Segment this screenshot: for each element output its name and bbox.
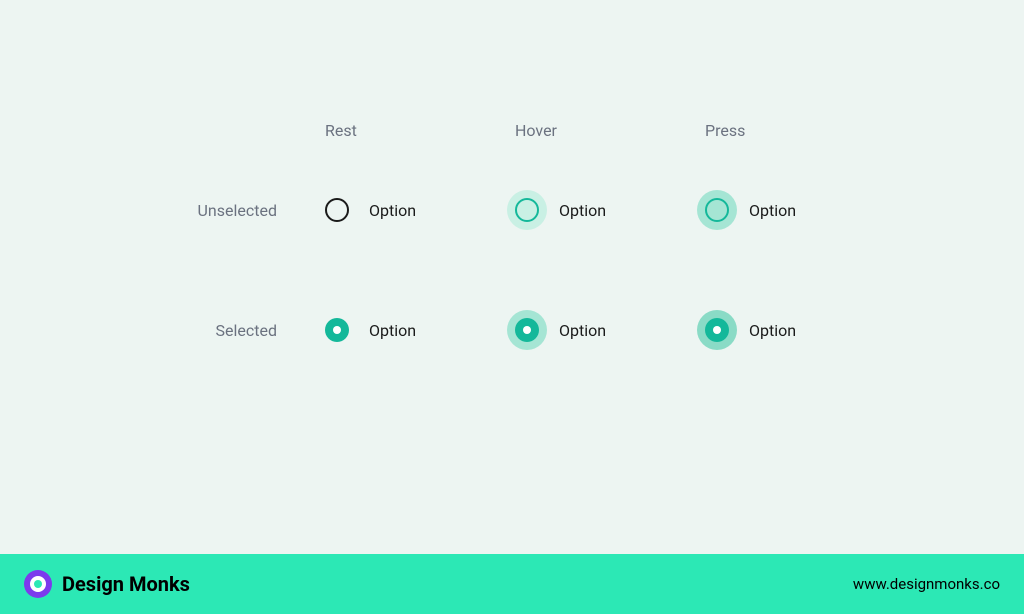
radio-dot-icon	[333, 326, 341, 334]
radio-label: Option	[749, 321, 796, 340]
radio-filled-icon	[515, 318, 539, 342]
radio-label: Option	[369, 201, 416, 220]
column-header-press: Press	[697, 121, 887, 140]
brand-logo-icon	[24, 570, 52, 598]
radio-label: Option	[369, 321, 416, 340]
states-grid: Rest Hover Press Unselected Option Optio…	[137, 110, 887, 390]
column-header-rest: Rest	[317, 121, 507, 140]
radio-selected-press[interactable]: Option	[697, 310, 887, 350]
row-header-selected: Selected	[137, 321, 317, 340]
radio-selected-rest[interactable]: Option	[317, 310, 507, 350]
radio-halo	[507, 190, 547, 230]
radio-circle-icon	[515, 198, 539, 222]
radio-dot-icon	[713, 326, 721, 334]
radio-halo	[317, 190, 357, 230]
radio-unselected-hover[interactable]: Option	[507, 190, 697, 230]
radio-dot-icon	[523, 326, 531, 334]
radio-label: Option	[559, 321, 606, 340]
radio-states-spec: Rest Hover Press Unselected Option Optio…	[0, 0, 1024, 390]
brand: Design Monks	[24, 570, 190, 598]
radio-filled-icon	[325, 318, 349, 342]
row-header-unselected: Unselected	[137, 201, 317, 220]
radio-circle-icon	[705, 198, 729, 222]
radio-halo	[317, 310, 357, 350]
radio-selected-hover[interactable]: Option	[507, 310, 697, 350]
radio-label: Option	[559, 201, 606, 220]
brand-url: www.designmonks.co	[853, 575, 1000, 593]
radio-unselected-rest[interactable]: Option	[317, 190, 507, 230]
radio-unselected-press[interactable]: Option	[697, 190, 887, 230]
column-header-hover: Hover	[507, 121, 697, 140]
radio-halo	[697, 310, 737, 350]
radio-filled-icon	[705, 318, 729, 342]
footer-bar: Design Monks www.designmonks.co	[0, 554, 1024, 614]
radio-circle-icon	[325, 198, 349, 222]
brand-name: Design Monks	[62, 572, 190, 596]
radio-halo	[507, 310, 547, 350]
radio-label: Option	[749, 201, 796, 220]
radio-halo	[697, 190, 737, 230]
